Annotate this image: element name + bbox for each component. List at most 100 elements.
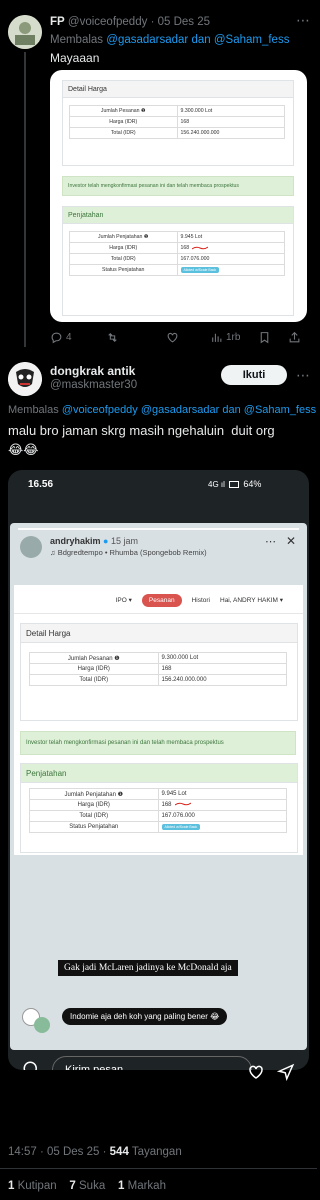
table-row: Jumlah Pesanan ❶ 9.300.000 Lot: [29, 652, 287, 664]
replying-to: Membalas @voiceofpeddy @gasadarsadar dan…: [8, 404, 317, 416]
story-avatar[interactable]: [20, 536, 42, 558]
repost-button[interactable]: [106, 331, 119, 344]
post-timestamp[interactable]: 14:57 · 05 Des 25 ·: [8, 1146, 106, 1158]
author-name[interactable]: dongkrak antik: [50, 364, 135, 378]
nav-user-menu[interactable]: Hai, ANDRY HAKIM ▾: [220, 596, 283, 604]
story-username[interactable]: andryhakim: [50, 536, 101, 546]
close-icon[interactable]: ✕: [286, 534, 296, 548]
red-underline-mark: [174, 803, 191, 806]
table-row: Status Penjatahan Alloted w/Scale Back: [29, 821, 287, 833]
table-row: Total (IDR) 156.240.000.000: [69, 127, 285, 139]
emoji-text: 😂😂: [8, 442, 39, 457]
likes-stat[interactable]: 7 Suka: [69, 1180, 105, 1192]
post-date[interactable]: · 05 Des 25: [151, 16, 210, 28]
follow-button[interactable]: Ikuti: [221, 365, 287, 385]
table-row: Harga (IDR) 168: [29, 663, 287, 675]
nav-pesanan[interactable]: Pesanan: [141, 593, 182, 607]
allocation-table: Jumlah Penjatahan ❶ 9.945 Lot Harga (IDR)…: [29, 788, 287, 833]
author-handle[interactable]: @voiceofpeddy: [68, 16, 147, 28]
story-frame: andryhakim ● 15 jam ♫ Bdgredtempo • Rhum…: [10, 523, 307, 1050]
commenter-avatar: [34, 1017, 50, 1033]
nav-histori[interactable]: Histori: [192, 597, 210, 604]
story-time: 15 jam: [111, 536, 139, 546]
panel-title: Penjatahan: [21, 764, 297, 783]
mention-link[interactable]: @Saham_fess: [214, 34, 290, 46]
web-page: IPO ▾ Pesanan Histori Hai, ANDRY HAKIM ▾…: [14, 585, 303, 855]
attached-phone-screenshot[interactable]: 16.56 4G ıl 64% andryhakim ● 15 jam ♫ Bd…: [8, 470, 309, 1070]
views-button[interactable]: 1rb: [210, 331, 240, 344]
table-row: Harga (IDR) 168: [29, 799, 287, 811]
table-row: Total (IDR) 167.076.000: [29, 810, 287, 822]
mention-link[interactable]: @voiceofpeddy: [62, 404, 138, 416]
story-comment: Indomie aja deh koh yang paling bener 😂: [62, 1008, 228, 1025]
table-row: Total (IDR) 167.076.000: [69, 253, 285, 265]
avatar-dongkrak[interactable]: [8, 362, 42, 396]
post-text: malu bro jaman skrg masih ngehaluin duit…: [8, 423, 275, 438]
views-count: 1rb: [226, 332, 241, 343]
table-row: Total (IDR) 156.240.000.000: [29, 674, 287, 686]
reply-button[interactable]: 4: [50, 331, 72, 344]
send-icon[interactable]: [277, 1063, 295, 1081]
status-icons: 4G ıl 64%: [208, 479, 261, 489]
table-row: Jumlah Penjatahan ❶ 9.945 Lot: [69, 231, 285, 243]
story-progress-bar: [18, 528, 299, 530]
panel-title: Detail Harga: [63, 81, 293, 98]
views-label: Tayangan: [131, 1146, 182, 1158]
bookmark-icon: [260, 332, 269, 344]
price-table: Jumlah Pesanan ❶ 9.300.000 Lot Harga (IDR…: [29, 652, 287, 686]
panel-title: Detail Harga: [21, 624, 297, 643]
mention-link[interactable]: @gasadarsadar: [106, 34, 188, 46]
reply-icon: [51, 332, 62, 344]
attached-image[interactable]: Detail Harga Jumlah Pesanan ❶ 9.300.000 L…: [50, 70, 307, 322]
author-name[interactable]: FP: [50, 16, 65, 28]
message-input[interactable]: Kirim pesan: [52, 1056, 252, 1070]
share-button[interactable]: [288, 331, 301, 349]
table-row: Jumlah Pesanan ❶ 9.300.000 Lot: [69, 105, 285, 117]
red-underline-mark: [192, 246, 209, 250]
battery-level: 64%: [243, 479, 262, 489]
more-icon[interactable]: ⋯: [265, 535, 276, 548]
divider: [0, 1168, 317, 1169]
allocation-table: Jumlah Penjatahan ❶ 9.945 Lot Harga (IDR)…: [69, 231, 285, 276]
repost-icon: [108, 332, 117, 343]
reply-header: FP @voiceofpeddy · 05 Des 25: [50, 16, 210, 28]
price-table: Jumlah Pesanan ❶ 9.300.000 Lot Harga (IDR…: [69, 105, 285, 139]
heart-outline-icon[interactable]: [247, 1063, 265, 1081]
verified-icon: ●: [103, 536, 109, 546]
status-time: 16.56: [28, 479, 54, 490]
table-row: Jumlah Penjatahan ❶ 9.945 Lot: [29, 788, 287, 800]
table-row: Harga (IDR) 168: [69, 116, 285, 128]
more-icon[interactable]: ⋯: [296, 367, 311, 384]
signal-icon: 4G ıl: [208, 480, 225, 489]
story-caption: Gak jadi McLaren jadinya ke McDonald aja: [58, 960, 238, 976]
nav-ipo[interactable]: IPO ▾: [116, 596, 132, 604]
battery-icon: [229, 481, 240, 489]
bookmark-button[interactable]: [258, 331, 271, 349]
panel-title: Penjatahan: [63, 207, 293, 224]
views-chart-icon: [212, 333, 222, 342]
status-badge: Alloted w/Scale Back: [180, 267, 220, 273]
views-count: 544: [109, 1146, 129, 1158]
author-handle[interactable]: @maskmaster30: [50, 379, 137, 391]
penjatahan-panel: Penjatahan Jumlah Penjatahan ❶ 9.945 Lot …: [62, 206, 294, 316]
story-header: andryhakim ● 15 jam: [50, 536, 138, 546]
mention-link[interactable]: @Saham_fess: [244, 404, 316, 416]
table-row: Status Penjatahan Alloted w/Scale Back: [69, 264, 285, 276]
story-music[interactable]: ♫ Bdgredtempo • Rhumba (Spongebob Remix): [50, 548, 207, 557]
share-icon: [289, 331, 300, 343]
avatar-fp[interactable]: [8, 15, 42, 49]
detail-harga-panel: Detail Harga Jumlah Pesanan ❶ 9.300.000 L…: [20, 623, 298, 721]
replying-to: Membalas @gasadarsadar dan @Saham_fess: [50, 34, 290, 46]
penjatahan-panel: Penjatahan Jumlah Penjatahan ❶ 9.945 Lot …: [20, 763, 298, 853]
like-button[interactable]: [166, 331, 179, 349]
more-icon[interactable]: ⋯: [296, 12, 311, 29]
quotes-stat[interactable]: 1 Kutipan: [8, 1180, 57, 1192]
table-row: Harga (IDR) 168: [69, 242, 285, 254]
engagement-stats: 1 Kutipan 7 Suka 1 Markah: [8, 1180, 166, 1192]
bookmarks-stat[interactable]: 1 Markah: [118, 1180, 166, 1192]
top-nav: IPO ▾ Pesanan Histori Hai, ANDRY HAKIM ▾: [14, 591, 303, 609]
post-text: Mayaaan: [50, 51, 100, 65]
mention-link[interactable]: @gasadarsadar: [141, 404, 219, 416]
camera-icon[interactable]: [22, 1060, 40, 1070]
detail-harga-panel: Detail Harga Jumlah Pesanan ❶ 9.300.000 L…: [62, 80, 294, 166]
